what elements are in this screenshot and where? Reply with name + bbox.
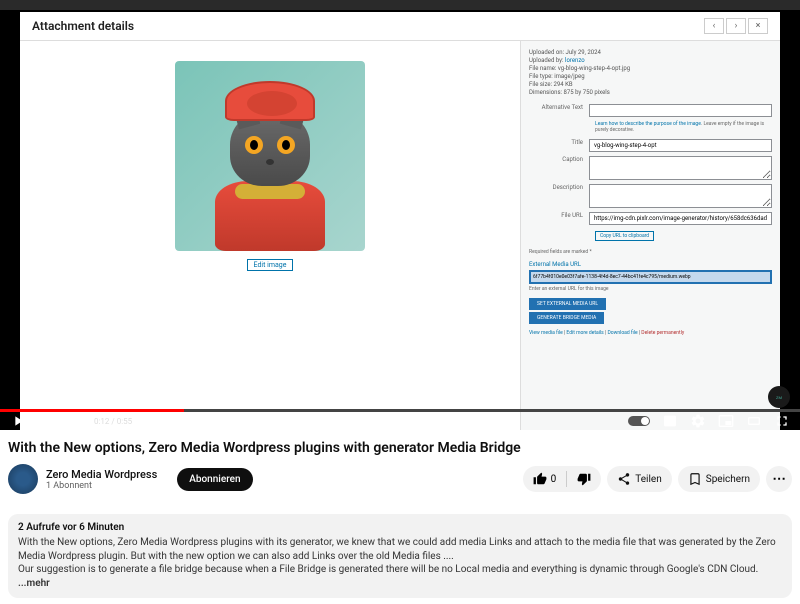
play-icon[interactable]: [10, 413, 26, 429]
file-url-label: File URL: [529, 212, 589, 219]
details-pane: Uploaded on: July 29, 2024 Uploaded by: …: [520, 41, 780, 430]
download-file-link[interactable]: Download file: [607, 330, 637, 336]
meta-file-size: File size: 294 KB: [529, 81, 772, 88]
subscribe-button[interactable]: Abonnieren: [177, 468, 252, 491]
video-info: With the New options, Zero Media Wordpre…: [0, 430, 800, 504]
dislike-button[interactable]: [567, 466, 601, 492]
share-button[interactable]: Teilen: [607, 466, 671, 492]
show-more-button[interactable]: ...mehr: [18, 578, 50, 589]
modal-header: Attachment details ‹ › ×: [20, 12, 780, 41]
prev-button[interactable]: ‹: [704, 18, 724, 34]
description-input[interactable]: [589, 184, 772, 208]
more-actions-button[interactable]: ⋯: [766, 466, 792, 492]
video-description[interactable]: 2 Aufrufe vor 6 Minuten With the New opt…: [8, 514, 792, 598]
subscriber-count: 1 Abonnent: [46, 481, 157, 491]
next-button[interactable]: ›: [726, 18, 746, 34]
fullscreen-icon[interactable]: [774, 413, 790, 429]
player-controls: 0:12 / 0:55: [0, 412, 800, 430]
set-external-media-button[interactable]: SET EXTERNAL MEDIA URL: [529, 298, 606, 310]
external-media-url-input[interactable]: [529, 270, 772, 284]
meta-file-name: File name: vg-blog-wing-step-4-opt.jpg: [529, 65, 772, 72]
channel-watermark[interactable]: ZM: [768, 386, 790, 408]
meta-dimensions: Dimensions: 875 by 750 pixels: [529, 89, 772, 96]
meta-file-type: File type: image/jpeg: [529, 73, 772, 80]
next-icon[interactable]: [38, 413, 54, 429]
file-url-input[interactable]: [589, 212, 772, 225]
like-button[interactable]: 0: [523, 466, 567, 492]
attachment-actions: View media file | Edit more details | Do…: [529, 330, 772, 336]
time-display: 0:12 / 0:55: [94, 417, 132, 426]
channel-row: Zero Media Wordpress 1 Abonnent Abonnier…: [8, 464, 792, 494]
captions-icon[interactable]: [662, 413, 678, 429]
meta-uploaded-by: Uploaded by: lorenzo: [529, 57, 772, 64]
title-label: Title: [529, 139, 589, 146]
save-button[interactable]: Speichern: [678, 466, 760, 492]
channel-avatar[interactable]: [8, 464, 38, 494]
external-media-label: External Media URL: [529, 261, 772, 268]
attachment-details-modal: Attachment details ‹ › ×: [20, 12, 780, 430]
modal-body: Edit image Uploaded on: July 29, 2024 Up…: [20, 41, 780, 430]
autoplay-toggle[interactable]: [628, 416, 650, 426]
copy-url-button[interactable]: Copy URL to clipboard: [595, 231, 654, 241]
close-button[interactable]: ×: [748, 18, 768, 34]
video-player-area: Attachment details ‹ › ×: [0, 0, 800, 430]
video-title: With the New options, Zero Media Wordpre…: [8, 440, 792, 456]
theater-icon[interactable]: [746, 413, 762, 429]
channel-name[interactable]: Zero Media Wordpress: [46, 468, 157, 481]
external-media-help: Enter an external URL for this image: [529, 286, 772, 292]
alt-text-label: Alternative Text: [529, 104, 589, 111]
modal-nav: ‹ › ×: [704, 18, 768, 34]
image-preview-pane: Edit image: [20, 41, 520, 430]
edit-details-link[interactable]: Edit more details: [566, 330, 603, 336]
attachment-preview-image: [175, 61, 365, 251]
meta-uploaded-on: Uploaded on: July 29, 2024: [529, 49, 772, 56]
settings-icon[interactable]: [690, 413, 706, 429]
description-text: With the New options, Zero Media Wordpre…: [18, 536, 782, 590]
miniplayer-icon[interactable]: [718, 413, 734, 429]
caption-input[interactable]: [589, 156, 772, 180]
delete-link[interactable]: Delete permanently: [641, 330, 684, 336]
view-media-link[interactable]: View media file: [529, 330, 563, 336]
generate-bridge-button[interactable]: GENERATE BRIDGE MEDIA: [529, 312, 604, 324]
edit-image-button[interactable]: Edit image: [247, 259, 294, 271]
caption-label: Caption: [529, 156, 589, 163]
alt-help-text: Learn how to describe the purpose of the…: [595, 121, 772, 133]
description-label: Description: [529, 184, 589, 191]
description-meta: 2 Aufrufe vor 6 Minuten: [18, 522, 782, 533]
title-input[interactable]: [589, 139, 772, 152]
volume-icon[interactable]: [66, 413, 82, 429]
browser-tab-bar: [0, 0, 800, 10]
required-note: Required fields are marked *: [529, 249, 772, 255]
modal-title: Attachment details: [32, 19, 134, 33]
like-dislike-group: 0: [523, 466, 602, 492]
alt-text-input[interactable]: [589, 104, 772, 117]
